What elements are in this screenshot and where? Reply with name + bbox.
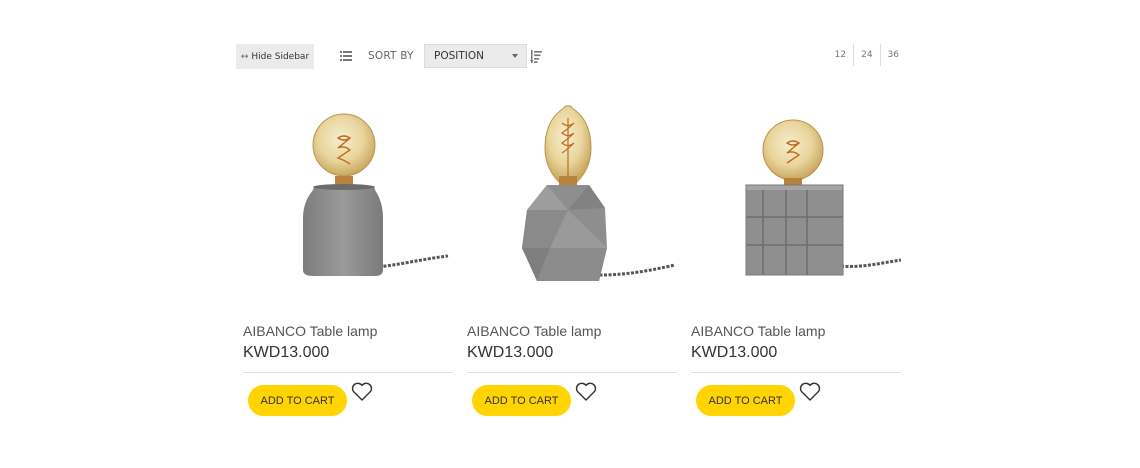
product-card: AIBANCO Table lamp KWD13.000 ADD TO CART [467,98,677,416]
product-name[interactable]: AIBANCO Table lamp [467,323,601,339]
page-size-limiter: 12 24 36 [828,44,906,66]
heart-icon[interactable] [575,382,597,402]
product-card: AIBANCO Table lamp KWD13.000 ADD TO CART [691,98,902,416]
product-price: KWD13.000 [243,344,330,361]
add-to-cart-button[interactable]: ADD TO CART [248,385,347,416]
product-name[interactable]: AIBANCO Table lamp [243,323,377,339]
chevron-down-icon [512,54,518,58]
sort-selected-value: POSITION [434,50,484,62]
heart-icon[interactable] [799,382,821,402]
add-to-cart-button[interactable]: ADD TO CART [696,385,795,416]
double-arrow-icon: ↔ [240,51,249,62]
divider [467,372,677,373]
sort-direction-icon[interactable] [530,50,542,63]
sort-by-label: SORT BY [368,50,414,62]
product-price: KWD13.000 [467,344,554,361]
add-to-cart-button[interactable]: ADD TO CART [472,385,571,416]
catalog-toolbar: ↔ Hide Sidebar SORT BY POSITION 12 24 36 [236,44,906,70]
hide-sidebar-label: Hide Sidebar [251,51,310,62]
product-price: KWD13.000 [691,344,778,361]
hide-sidebar-button[interactable]: ↔ Hide Sidebar [236,44,314,69]
heart-icon[interactable] [351,382,373,402]
product-name[interactable]: AIBANCO Table lamp [691,323,825,339]
product-image[interactable] [243,98,453,293]
product-card: AIBANCO Table lamp KWD13.000 ADD TO CART [243,98,453,416]
limiter-option-24[interactable]: 24 [853,44,879,66]
product-image[interactable] [467,98,677,293]
list-view-icon[interactable] [340,50,352,62]
divider [243,372,453,373]
limiter-option-36[interactable]: 36 [879,44,906,66]
divider [691,372,901,373]
product-image[interactable] [691,98,902,293]
limiter-option-12[interactable]: 12 [828,44,853,66]
sort-by-select[interactable]: POSITION [424,44,527,68]
